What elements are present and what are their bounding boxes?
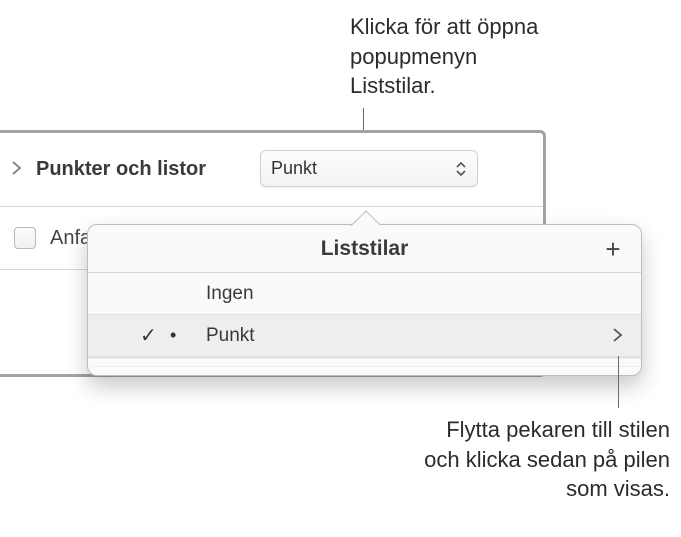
chevron-right-icon[interactable] bbox=[612, 323, 623, 349]
drop-cap-checkbox[interactable] bbox=[14, 227, 36, 249]
list-style-option-none[interactable]: Ingen bbox=[88, 273, 641, 315]
callout-leader-bottom bbox=[618, 356, 619, 408]
up-down-chevrons-icon bbox=[455, 161, 467, 177]
check-icon: ✓ bbox=[140, 323, 157, 348]
list-style-popup-button[interactable]: Punkt bbox=[260, 150, 478, 187]
add-style-button[interactable]: + bbox=[599, 235, 627, 263]
callout-top: Klicka för att öppna popupmenyn Liststil… bbox=[350, 12, 538, 101]
popover-header: Liststilar + bbox=[88, 225, 641, 273]
list-style-option-label: Punkt bbox=[206, 325, 255, 347]
list-style-popup-value: Punkt bbox=[271, 158, 455, 179]
list-overflow-indicator bbox=[88, 357, 641, 372]
bullet-icon: • bbox=[170, 325, 176, 346]
plus-icon: + bbox=[605, 234, 620, 265]
drop-cap-label: Anfa bbox=[50, 227, 91, 250]
callout-top-text: Klicka för att öppna popupmenyn Liststil… bbox=[350, 12, 538, 101]
popover-title: Liststilar bbox=[321, 237, 409, 261]
list-style-option-bullet[interactable]: ✓ • Punkt bbox=[88, 315, 641, 357]
callout-bottom-text: Flytta pekaren till stilen och klicka se… bbox=[0, 415, 670, 504]
bullets-and-lists-label: Punkter och listor bbox=[36, 158, 206, 181]
list-style-option-label: Ingen bbox=[206, 283, 254, 305]
chevron-right-icon[interactable] bbox=[6, 159, 26, 180]
callout-bottom: Flytta pekaren till stilen och klicka se… bbox=[0, 415, 670, 504]
popover-pointer bbox=[350, 210, 380, 226]
list-styles-list: Ingen ✓ • Punkt bbox=[88, 273, 641, 372]
bullets-and-lists-row: Punkter och listor Punkt bbox=[0, 133, 543, 207]
list-styles-popover: Liststilar + Ingen ✓ • Punkt bbox=[87, 224, 642, 376]
